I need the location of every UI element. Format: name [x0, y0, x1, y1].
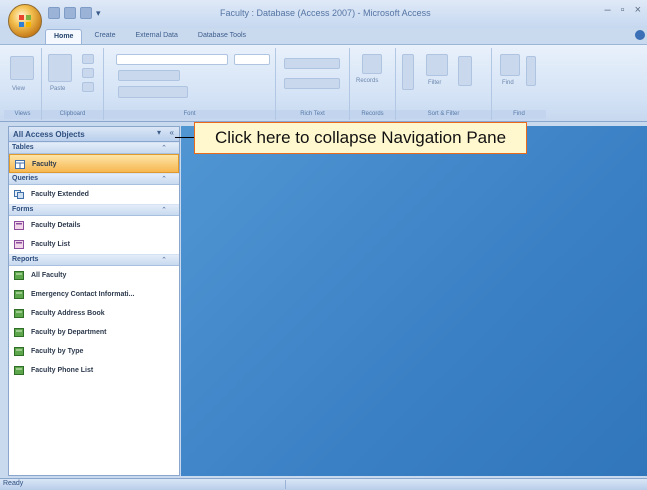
title-bar: ▾ Faculty : Database (Access 2007) - Mic…: [0, 0, 647, 28]
filter-label: Filter: [428, 80, 442, 86]
tab-external-data[interactable]: External Data: [127, 29, 185, 45]
minimize-button[interactable]: –: [605, 4, 611, 16]
records-button[interactable]: [362, 54, 382, 74]
list-buttons[interactable]: [284, 78, 340, 89]
quick-access-toolbar: ▾: [48, 7, 104, 21]
window-title: Faculty : Database (Access 2007) - Micro…: [220, 8, 431, 18]
nav-header[interactable]: All Access Objects ▾ «: [9, 127, 179, 142]
chevron-up-icon: ⌃: [161, 176, 167, 183]
undo-icon[interactable]: [64, 7, 76, 19]
redo-icon[interactable]: [80, 7, 92, 19]
group-records: Records Records: [350, 48, 396, 120]
query-icon: [14, 190, 24, 199]
nav-item-faculty-table[interactable]: Faculty: [9, 154, 179, 173]
group-font: Font: [104, 48, 276, 120]
group-sort-filter: Filter Sort & Filter: [396, 48, 492, 120]
tab-create[interactable]: Create: [86, 29, 123, 45]
maximize-button[interactable]: ▫: [621, 4, 625, 16]
callout-leader-line: [175, 137, 194, 138]
window-controls: – ▫ ×: [605, 4, 641, 16]
sort-buttons[interactable]: [402, 54, 414, 90]
ribbon-tabs: Home Create External Data Database Tools: [45, 29, 254, 45]
report-icon: [14, 309, 24, 318]
group-sort-filter-label: Sort & Filter: [396, 110, 491, 119]
group-find: Find Find: [492, 48, 546, 120]
group-rich-text: Rich Text: [276, 48, 350, 120]
format-painter-icon[interactable]: [82, 82, 94, 92]
callout-label: Click here to collapse Navigation Pane: [194, 122, 527, 154]
find-button[interactable]: [500, 54, 520, 76]
group-views: View Views: [4, 48, 42, 120]
navigation-pane: All Access Objects ▾ « Tables ⌃ Faculty …: [8, 126, 180, 476]
selection-buttons[interactable]: [458, 56, 472, 86]
collapse-pane-icon[interactable]: «: [170, 128, 174, 137]
chevron-up-icon: ⌃: [161, 207, 167, 214]
cut-icon[interactable]: [82, 54, 94, 64]
indent-buttons[interactable]: [284, 58, 340, 69]
font-color-buttons[interactable]: [118, 86, 188, 98]
report-icon: [14, 271, 24, 280]
nav-section-forms[interactable]: Forms ⌃: [9, 204, 179, 216]
report-icon: [14, 290, 24, 299]
nav-section-queries[interactable]: Queries ⌃: [9, 173, 179, 185]
nav-section-reports[interactable]: Reports ⌃: [9, 254, 179, 266]
paste-button[interactable]: [48, 54, 72, 82]
close-button[interactable]: ×: [635, 4, 641, 16]
group-clipboard-label: Clipboard: [42, 110, 103, 119]
records-label: Records: [356, 78, 379, 84]
form-icon: [14, 240, 24, 249]
status-bar: Ready: [0, 478, 647, 490]
report-icon: [14, 328, 24, 337]
status-text: Ready: [3, 480, 24, 487]
copy-icon[interactable]: [82, 68, 94, 78]
workspace: [181, 126, 647, 476]
paste-label: Paste: [50, 86, 66, 92]
group-rich-text-label: Rich Text: [276, 110, 349, 119]
nav-item-report[interactable]: Faculty Phone List: [9, 361, 179, 380]
tab-database-tools[interactable]: Database Tools: [190, 29, 254, 45]
nav-item-report[interactable]: Faculty by Department: [9, 323, 179, 342]
report-icon: [14, 347, 24, 356]
nav-item-faculty-details[interactable]: Faculty Details: [9, 216, 179, 235]
nav-item-faculty-extended[interactable]: Faculty Extended: [9, 185, 179, 204]
office-button[interactable]: [8, 4, 42, 38]
group-find-label: Find: [492, 110, 546, 119]
replace-buttons[interactable]: [526, 56, 536, 86]
nav-item-report[interactable]: All Faculty: [9, 266, 179, 285]
ribbon: View Views Paste Clipboard Font Rich Tex…: [0, 44, 647, 122]
office-logo-icon: [19, 15, 31, 27]
nav-title: All Access Objects: [13, 130, 85, 139]
report-icon: [14, 366, 24, 375]
find-label: Find: [502, 80, 514, 86]
help-icon[interactable]: [635, 30, 645, 40]
nav-item-report[interactable]: Emergency Contact Informati...: [9, 285, 179, 304]
chevron-down-icon[interactable]: ▾: [157, 128, 161, 137]
nav-section-tables[interactable]: Tables ⌃: [9, 142, 179, 154]
chevron-up-icon: ⌃: [161, 145, 167, 152]
font-format-buttons[interactable]: [118, 70, 180, 81]
view-label: View: [12, 86, 25, 92]
tab-home[interactable]: Home: [45, 29, 83, 45]
chevron-up-icon: ⌃: [161, 257, 167, 264]
font-name-select[interactable]: [116, 54, 228, 65]
status-divider: [285, 480, 286, 489]
group-views-label: Views: [4, 110, 41, 119]
table-icon: [15, 160, 25, 169]
view-button[interactable]: [10, 56, 34, 80]
font-size-select[interactable]: [234, 54, 270, 65]
group-records-label: Records: [350, 110, 395, 119]
group-font-label: Font: [104, 110, 275, 119]
nav-item-faculty-list[interactable]: Faculty List: [9, 235, 179, 254]
save-icon[interactable]: [48, 7, 60, 19]
chevron-down-icon[interactable]: ▾: [96, 7, 104, 19]
nav-item-report[interactable]: Faculty by Type: [9, 342, 179, 361]
group-clipboard: Paste Clipboard: [42, 48, 104, 120]
nav-item-report[interactable]: Faculty Address Book: [9, 304, 179, 323]
filter-button[interactable]: [426, 54, 448, 76]
form-icon: [14, 221, 24, 230]
